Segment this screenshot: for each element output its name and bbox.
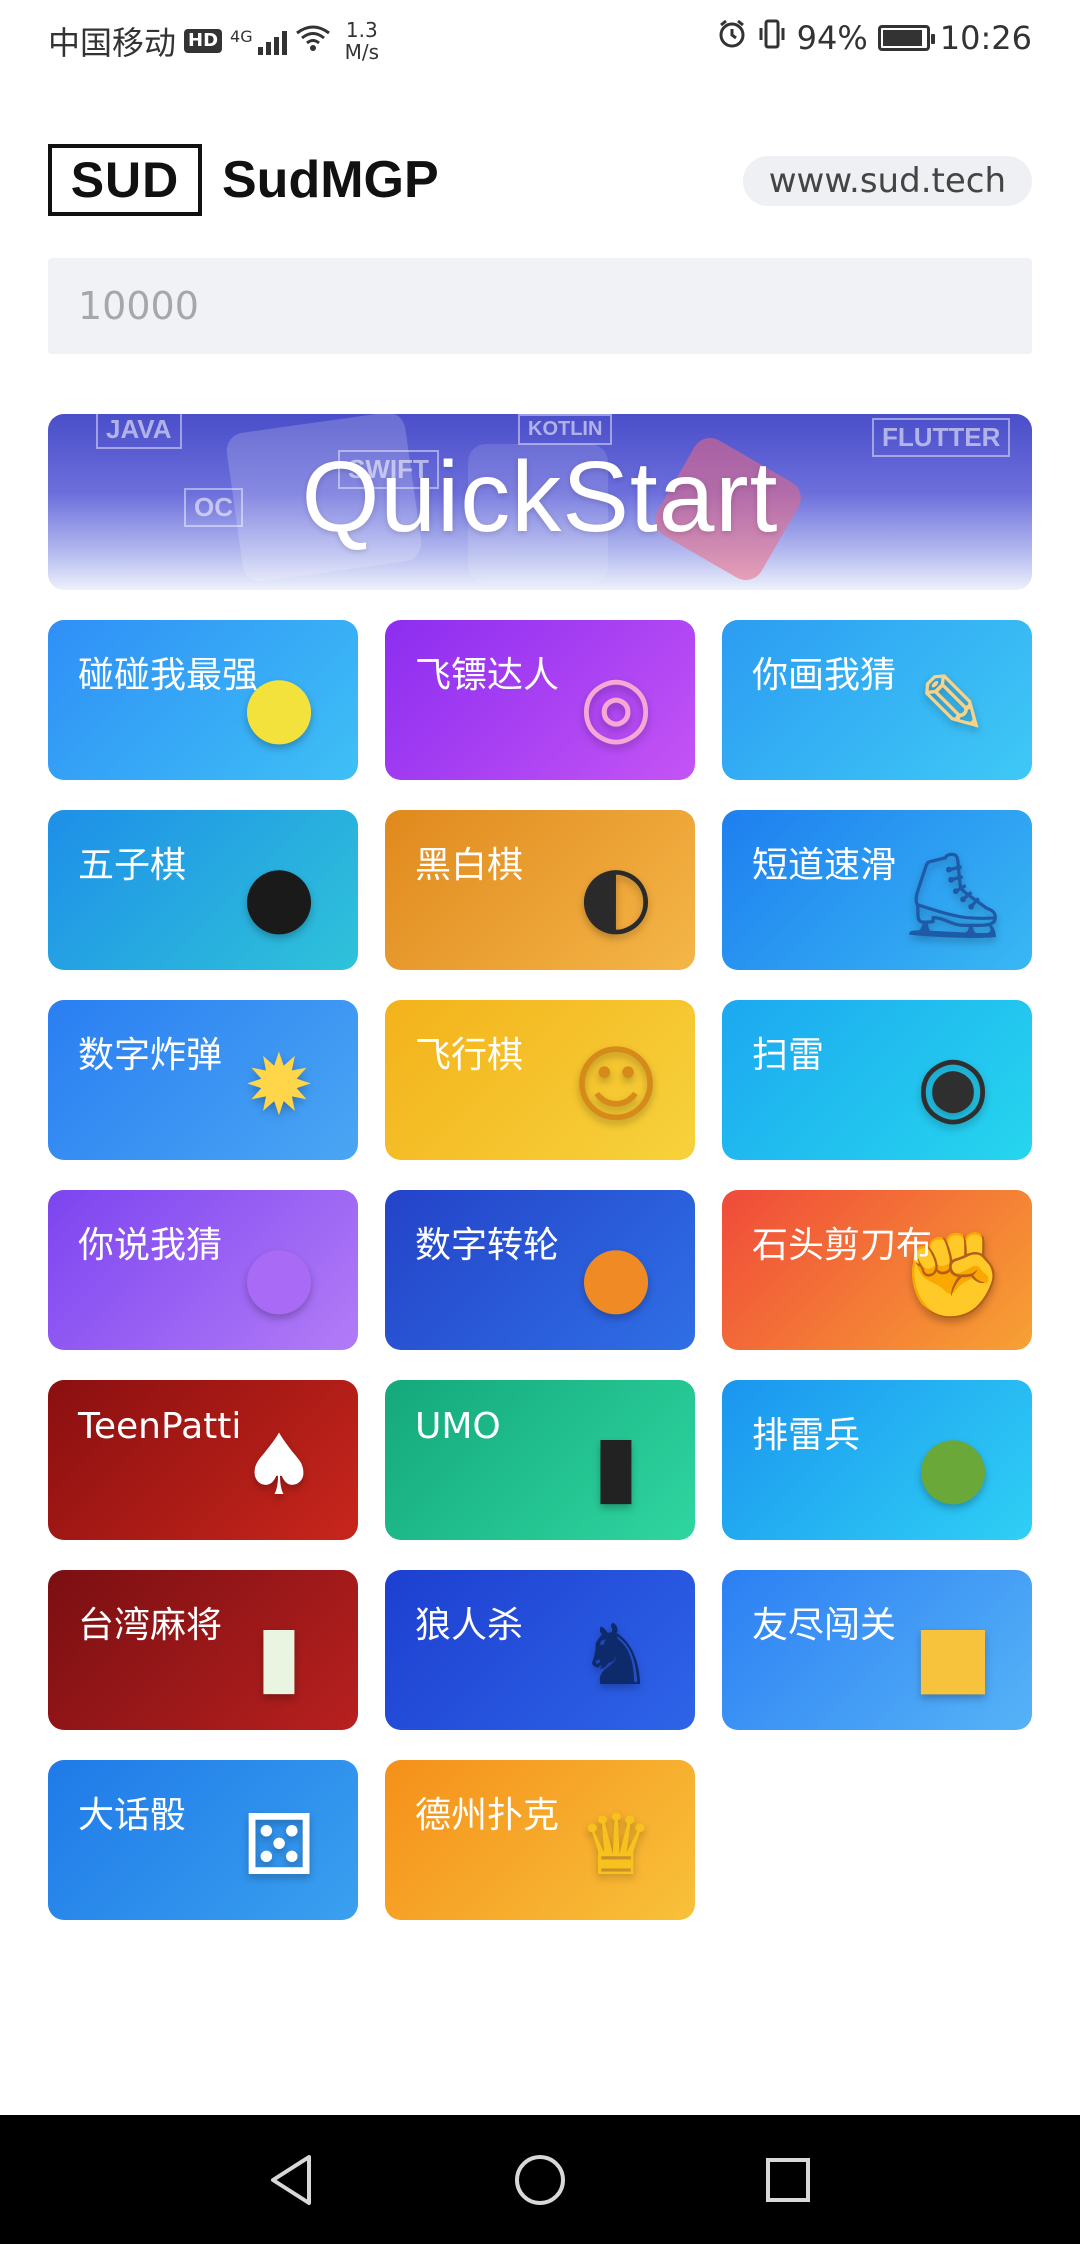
game-card[interactable]: ✎ 你画我猜 [722, 620, 1032, 780]
clock: 10:26 [939, 19, 1032, 57]
game-name: 台湾麻将 [78, 1605, 223, 1646]
game-card[interactable]: ⛸ 短道速滑 [722, 810, 1032, 970]
game-name: 你画我猜 [752, 655, 897, 696]
cube-icon: ■ [913, 1606, 993, 1704]
game-card[interactable]: ♞ 狼人杀 [385, 1570, 695, 1730]
game-name: 飞镖达人 [415, 655, 560, 696]
website-link[interactable]: www.sud.tech [742, 156, 1032, 206]
wolf-icon: ♞ [578, 1606, 654, 1704]
bomb-icon: ✹ [243, 1036, 315, 1134]
game-card[interactable]: ⚄ 大话骰 [48, 1760, 358, 1920]
status-left: 中国移动 HD 4G 1.3 M/s [48, 18, 379, 64]
battery-percent: 94% [796, 19, 868, 57]
game-card[interactable]: ● 数字转轮 [385, 1190, 695, 1350]
mic-icon: ● [242, 1226, 316, 1324]
game-card[interactable]: ☺ 飞行棋 [385, 1000, 695, 1160]
app-title: SudMGP [222, 151, 439, 209]
game-name: 短道速滑 [752, 845, 897, 886]
game-name: 飞行棋 [415, 1035, 524, 1076]
pumpkin-icon: ● [579, 1226, 653, 1324]
game-grid: ● 碰碰我最强 ◎ 飞镖达人 ✎ 你画我猜 ● 五子棋 ◐ 黑白棋 ⛸ 短道速滑 ✹ 数字炸弹 ☺ 飞行棋 ◉ 扫… [48, 620, 1032, 1920]
signal-icon: 4G [230, 27, 287, 55]
battery-level [882, 30, 923, 46]
game-card[interactable]: ■ 友尽闯关 [722, 1570, 1032, 1730]
back-icon [271, 2154, 311, 2205]
sud-logo: SUD [48, 144, 202, 216]
game-card[interactable]: ♠ TeenPatti [48, 1380, 358, 1540]
game-card[interactable]: ● 排雷兵 [722, 1380, 1032, 1540]
game-name: 狼人杀 [415, 1605, 524, 1646]
game-name: 数字转轮 [415, 1225, 560, 1266]
system-nav-bar [0, 2115, 1080, 2244]
game-name: 碰碰我最强 [78, 655, 259, 696]
speed-unit: M/s [344, 40, 380, 64]
speed-value: 1.3 [345, 18, 378, 42]
recents-icon [766, 2157, 810, 2202]
reversi-icon: ◐ [579, 846, 653, 944]
game-card[interactable]: ✊ 石头剪刀布 [722, 1190, 1032, 1350]
game-name: 数字炸弹 [78, 1035, 223, 1076]
game-card[interactable]: ◎ 飞镖达人 [385, 620, 695, 780]
game-name: TeenPatti [78, 1406, 242, 1447]
network-type: 4G [230, 27, 253, 46]
room-id-input[interactable] [48, 258, 1032, 354]
game-card[interactable]: ● 碰碰我最强 [48, 620, 358, 780]
game-card[interactable]: ✹ 数字炸弹 [48, 1000, 358, 1160]
network-speed: 1.3 M/s [345, 19, 379, 63]
alarm-icon [717, 19, 747, 57]
game-name: 你说我猜 [78, 1225, 223, 1266]
game-name: 排雷兵 [752, 1415, 861, 1456]
dart-icon: ◎ [579, 656, 653, 754]
game-card[interactable]: ● 五子棋 [48, 810, 358, 970]
game-name: 德州扑克 [415, 1795, 560, 1836]
skate-icon: ⛸ [899, 846, 1007, 944]
status-bar: 中国移动 HD 4G 1.3 M/s 94% 10:26 [0, 0, 1080, 86]
hd-badge: HD [184, 29, 223, 53]
game-card[interactable]: ♛ 德州扑克 [385, 1760, 695, 1920]
dice-icon: ⚄ [242, 1796, 316, 1894]
vibrate-icon [757, 18, 787, 58]
uno-icon: ▮ [592, 1416, 640, 1514]
game-name: 五子棋 [78, 845, 187, 886]
home-icon [515, 2154, 565, 2205]
carrier-label: 中国移动 [48, 24, 177, 62]
home-button[interactable] [500, 2140, 580, 2220]
game-name: 友尽闯关 [752, 1605, 897, 1646]
mahjong-icon: ▮ [255, 1606, 303, 1704]
ludo-icon: ☺ [572, 1036, 660, 1134]
game-name: 扫雷 [752, 1035, 825, 1076]
recents-button[interactable] [748, 2140, 828, 2220]
status-right: 94% 10:26 [717, 18, 1032, 58]
mine-icon: ◉ [916, 1036, 990, 1134]
soldier-icon: ● [916, 1416, 990, 1514]
game-card[interactable]: ▮ UMO [385, 1380, 695, 1540]
game-name: 石头剪刀布 [752, 1225, 933, 1266]
pencil-icon: ✎ [917, 656, 989, 754]
game-card[interactable]: ◉ 扫雷 [722, 1000, 1032, 1160]
wifi-icon [295, 22, 331, 60]
game-card[interactable]: ● 你说我猜 [48, 1190, 358, 1350]
game-name: 黑白棋 [415, 845, 524, 886]
game-name: UMO [415, 1406, 501, 1447]
game-card[interactable]: ▮ 台湾麻将 [48, 1570, 358, 1730]
back-button[interactable] [252, 2140, 332, 2220]
battery-icon [877, 25, 935, 51]
banner-title: QuickStart [301, 441, 779, 553]
gomoku-icon: ● [242, 846, 316, 944]
poker-icon: ♛ [578, 1796, 654, 1894]
quickstart-banner[interactable]: JAVA KOTLIN SWIFT OC FLUTTER QuickStart [48, 414, 1032, 590]
game-name: 大话骰 [78, 1795, 187, 1836]
game-card[interactable]: ◐ 黑白棋 [385, 810, 695, 970]
